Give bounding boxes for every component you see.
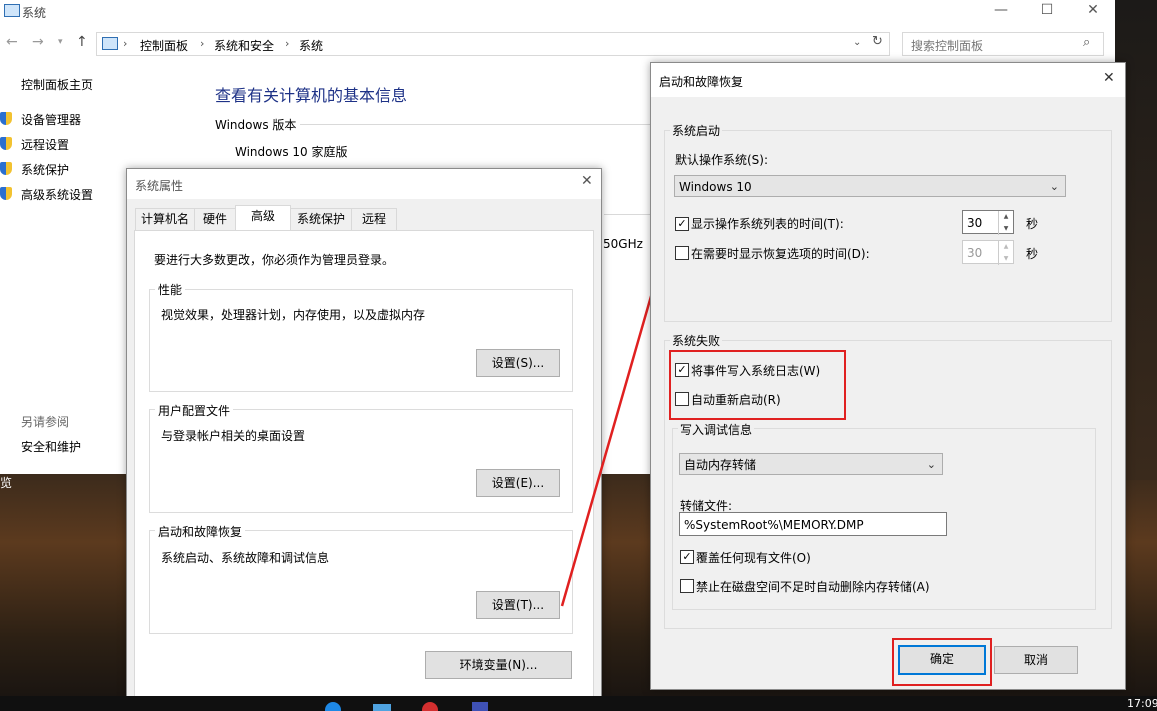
dump-type-select[interactable]: 自动内存转储 ⌄ [679,453,943,475]
taskbar-clock: 17:09 [1127,697,1157,710]
dialog-title: 启动和故障恢复 [659,75,744,89]
chevron-down-icon: ⌄ [926,458,936,471]
group-label: 系统启动 [670,122,723,139]
arrow-line [560,271,660,607]
show-os-list-seconds[interactable]: 30 ▲ ▼ [962,210,1014,235]
ok-button[interactable]: 确定 [898,645,986,675]
show-recovery-seconds[interactable]: 30 ▲ ▼ [962,240,1014,265]
group-label: 写入调试信息 [678,421,755,438]
disable-auto-delete-checkbox[interactable] [680,579,694,593]
dump-file-input[interactable]: %SystemRoot%\MEMORY.DMP [679,512,947,536]
write-event-checkbox[interactable]: ✓ [675,363,689,377]
taskbar: 17:09 [0,696,1157,711]
system-app-icon[interactable] [472,702,488,711]
auto-restart-label: 自动重新启动(R) [691,393,781,407]
app-icon[interactable] [422,702,438,711]
dialog-title-bar: 启动和故障恢复 ✕ [651,63,1125,97]
spin-buttons[interactable]: ▲ ▼ [998,241,1013,265]
spin-buttons[interactable]: ▲ ▼ [998,211,1013,235]
cancel-button[interactable]: 取消 [994,646,1078,674]
show-os-list-label: 显示操作系统列表的时间(T): [691,217,844,231]
overwrite-checkbox[interactable]: ✓ [680,550,694,564]
default-os-value: Windows 10 [679,180,752,194]
explorer-icon[interactable] [373,704,391,711]
default-os-select[interactable]: Windows 10 ⌄ [674,175,1066,197]
chevron-down-icon: ⌄ [1049,180,1059,193]
unit-label: 秒 [1026,217,1039,231]
group-label: 系统失败 [670,332,723,349]
overwrite-label: 覆盖任何现有文件(O) [696,551,811,565]
default-os-label: 默认操作系统(S): [675,153,769,167]
auto-restart-checkbox[interactable] [675,392,689,406]
write-event-label: 将事件写入系统日志(W) [691,364,821,378]
disable-auto-delete-label: 禁止在磁盘空间不足时自动删除内存转储(A) [696,580,930,594]
annotation-highlight [669,350,846,420]
unit-label: 秒 [1026,247,1039,261]
show-os-list-checkbox[interactable]: ✓ [675,217,689,231]
dump-type-value: 自动内存转储 [684,458,757,472]
close-icon[interactable]: ✕ [1103,70,1115,86]
show-recovery-checkbox[interactable] [675,246,689,260]
edge-icon[interactable] [325,702,341,711]
show-recovery-label: 在需要时显示恢复选项的时间(D): [691,247,870,261]
